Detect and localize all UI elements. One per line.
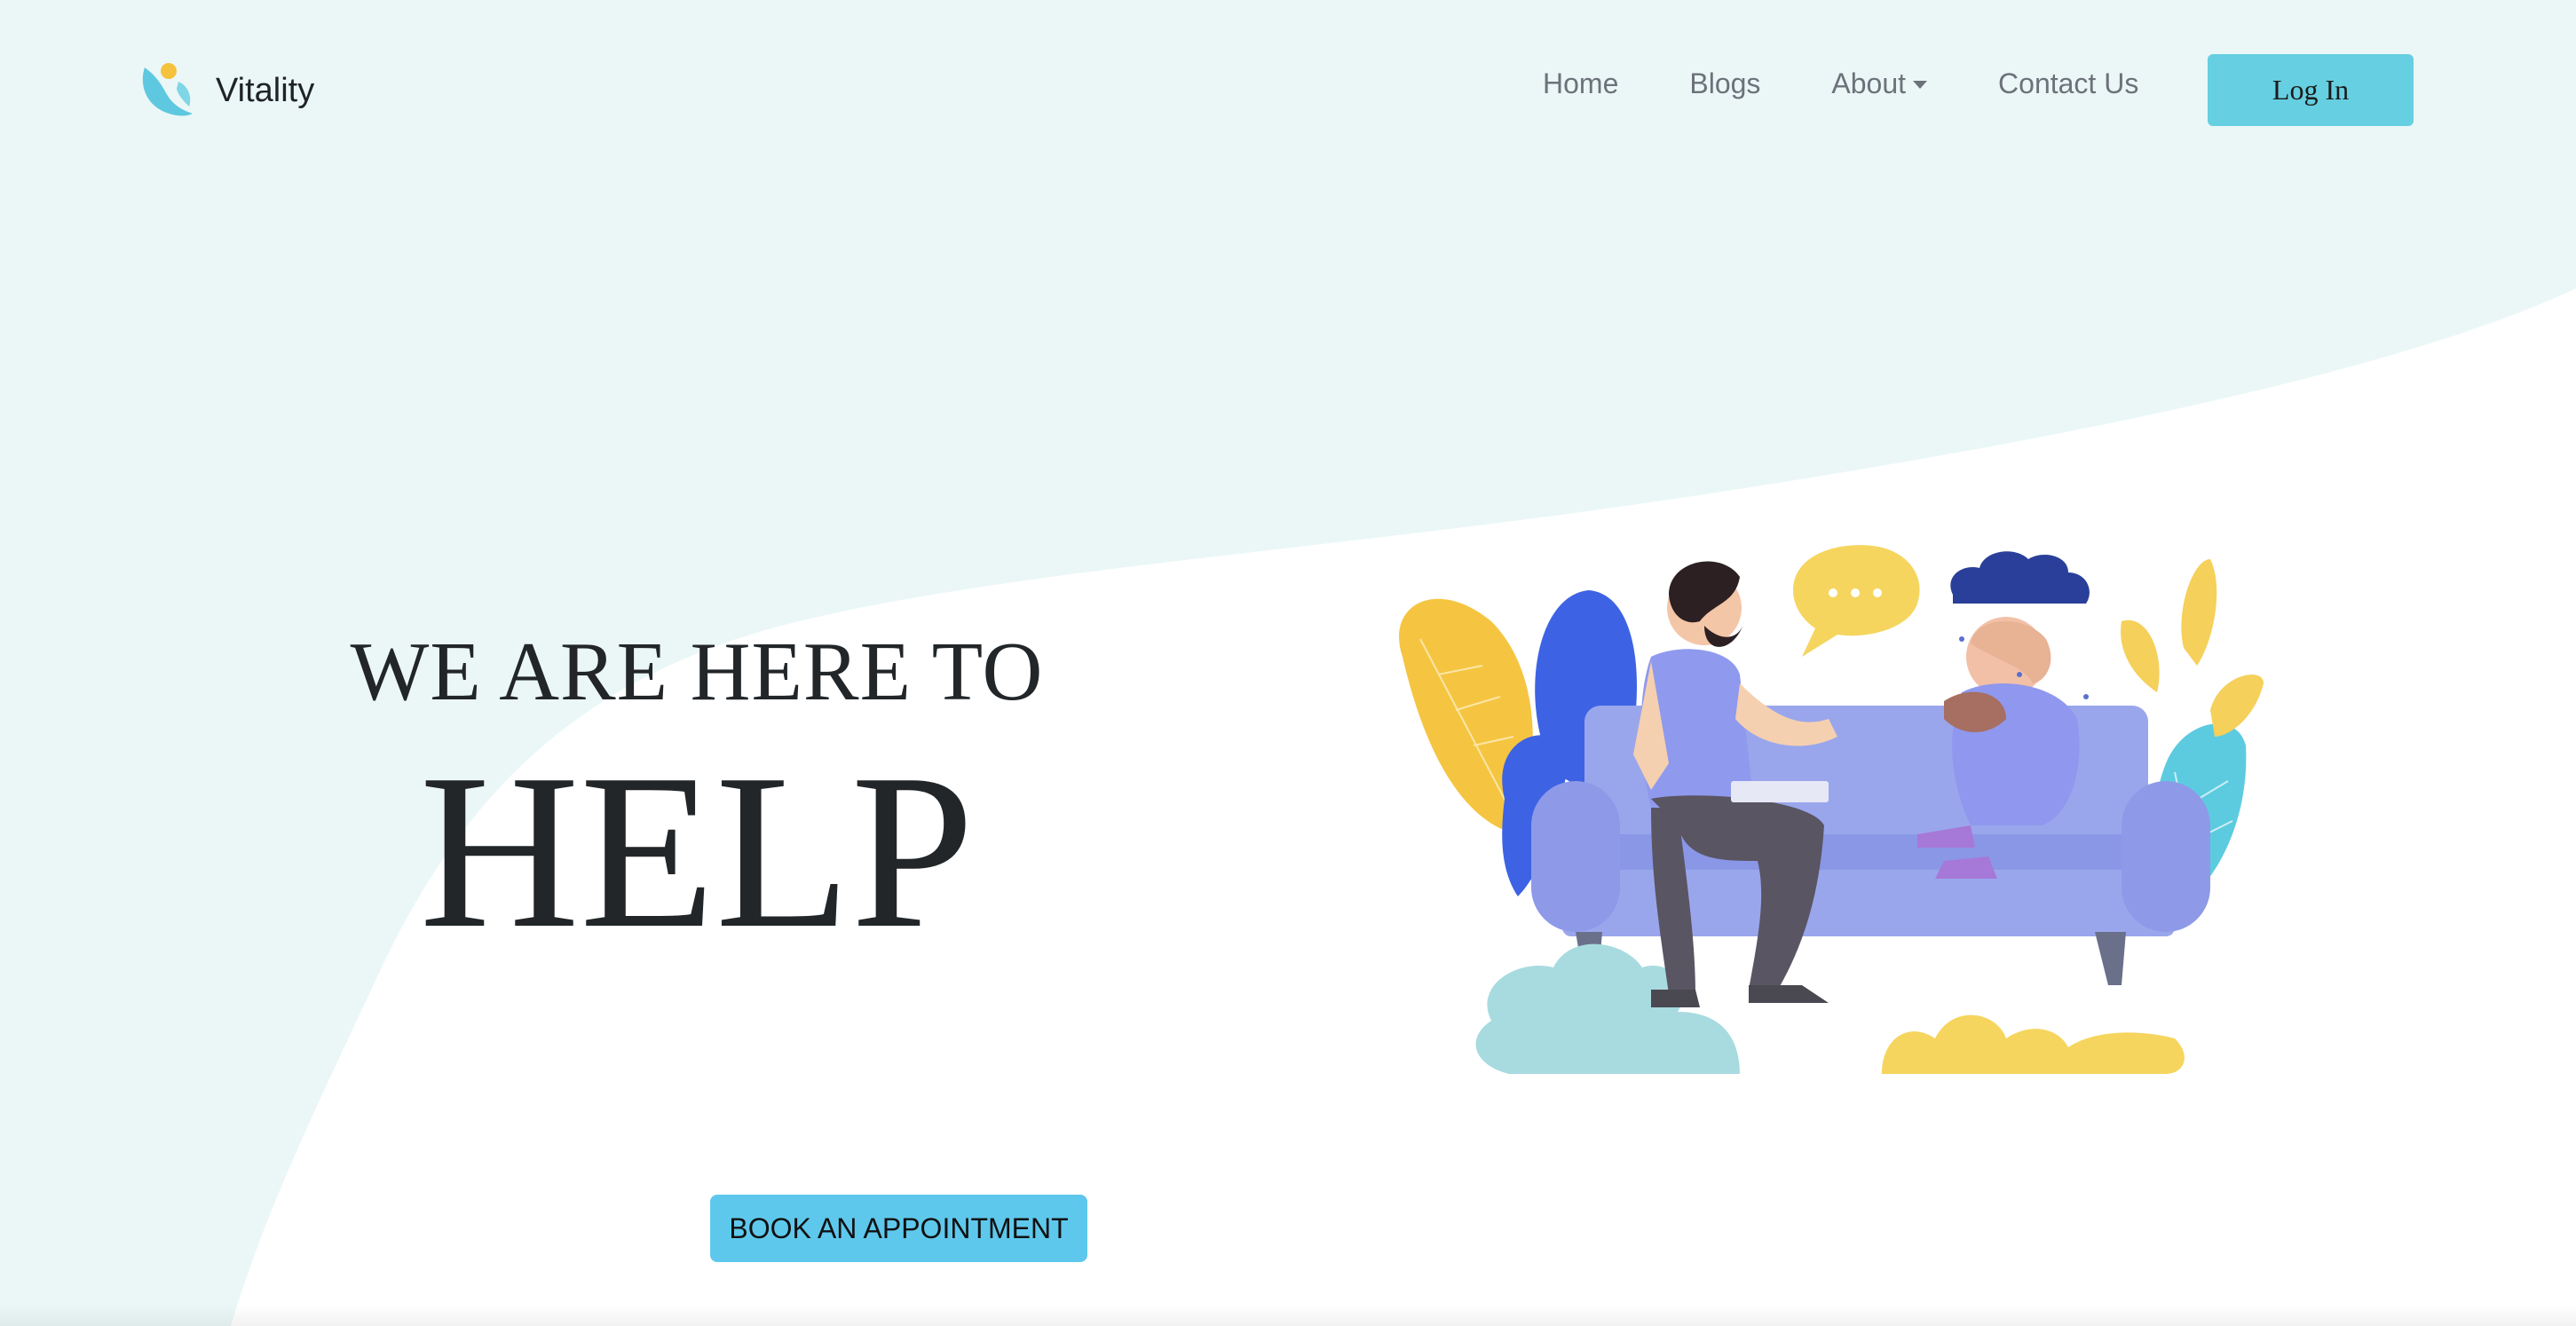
yellow-bush bbox=[1882, 1014, 2185, 1074]
nav-link-contact[interactable]: Contact Us bbox=[1998, 67, 2138, 100]
yellow-leaf-right-2 bbox=[2210, 675, 2264, 737]
notebook bbox=[1731, 781, 1829, 802]
yellow-leaf-right-3 bbox=[2121, 620, 2160, 692]
sofa-arm-right bbox=[2122, 781, 2210, 932]
bottom-shadow bbox=[0, 1305, 2576, 1326]
nav-link-home[interactable]: Home bbox=[1543, 67, 1618, 100]
caret-down-icon bbox=[1913, 81, 1928, 89]
brand[interactable]: Vitality bbox=[138, 55, 314, 126]
nav-links: Home Blogs About Contact Us bbox=[1543, 67, 2138, 100]
login-button[interactable]: Log In bbox=[2208, 54, 2414, 126]
brand-name: Vitality bbox=[216, 71, 315, 109]
speech-bubble bbox=[1793, 545, 1920, 657]
therapy-session-illustration bbox=[1399, 545, 2264, 1074]
book-appointment-button[interactable]: BOOK AN APPOINTMENT bbox=[710, 1195, 1087, 1262]
teal-bush bbox=[1475, 943, 1740, 1074]
nav-link-about[interactable]: About bbox=[1831, 67, 1928, 100]
hero-heading-line1: WE ARE HERE TO bbox=[350, 626, 1044, 718]
vitality-logo-icon bbox=[142, 63, 193, 116]
nav-link-blogs[interactable]: Blogs bbox=[1689, 67, 1760, 100]
rain-cloud bbox=[1950, 551, 2090, 604]
hero-heading-line2: HELP bbox=[419, 729, 975, 975]
navbar: Vitality Home Blogs About Contact Us Log… bbox=[0, 0, 2576, 182]
nav-link-about-label: About bbox=[1831, 67, 1907, 99]
yellow-leaf-right-1 bbox=[2181, 559, 2217, 666]
sofa-arm-left bbox=[1531, 781, 1620, 932]
